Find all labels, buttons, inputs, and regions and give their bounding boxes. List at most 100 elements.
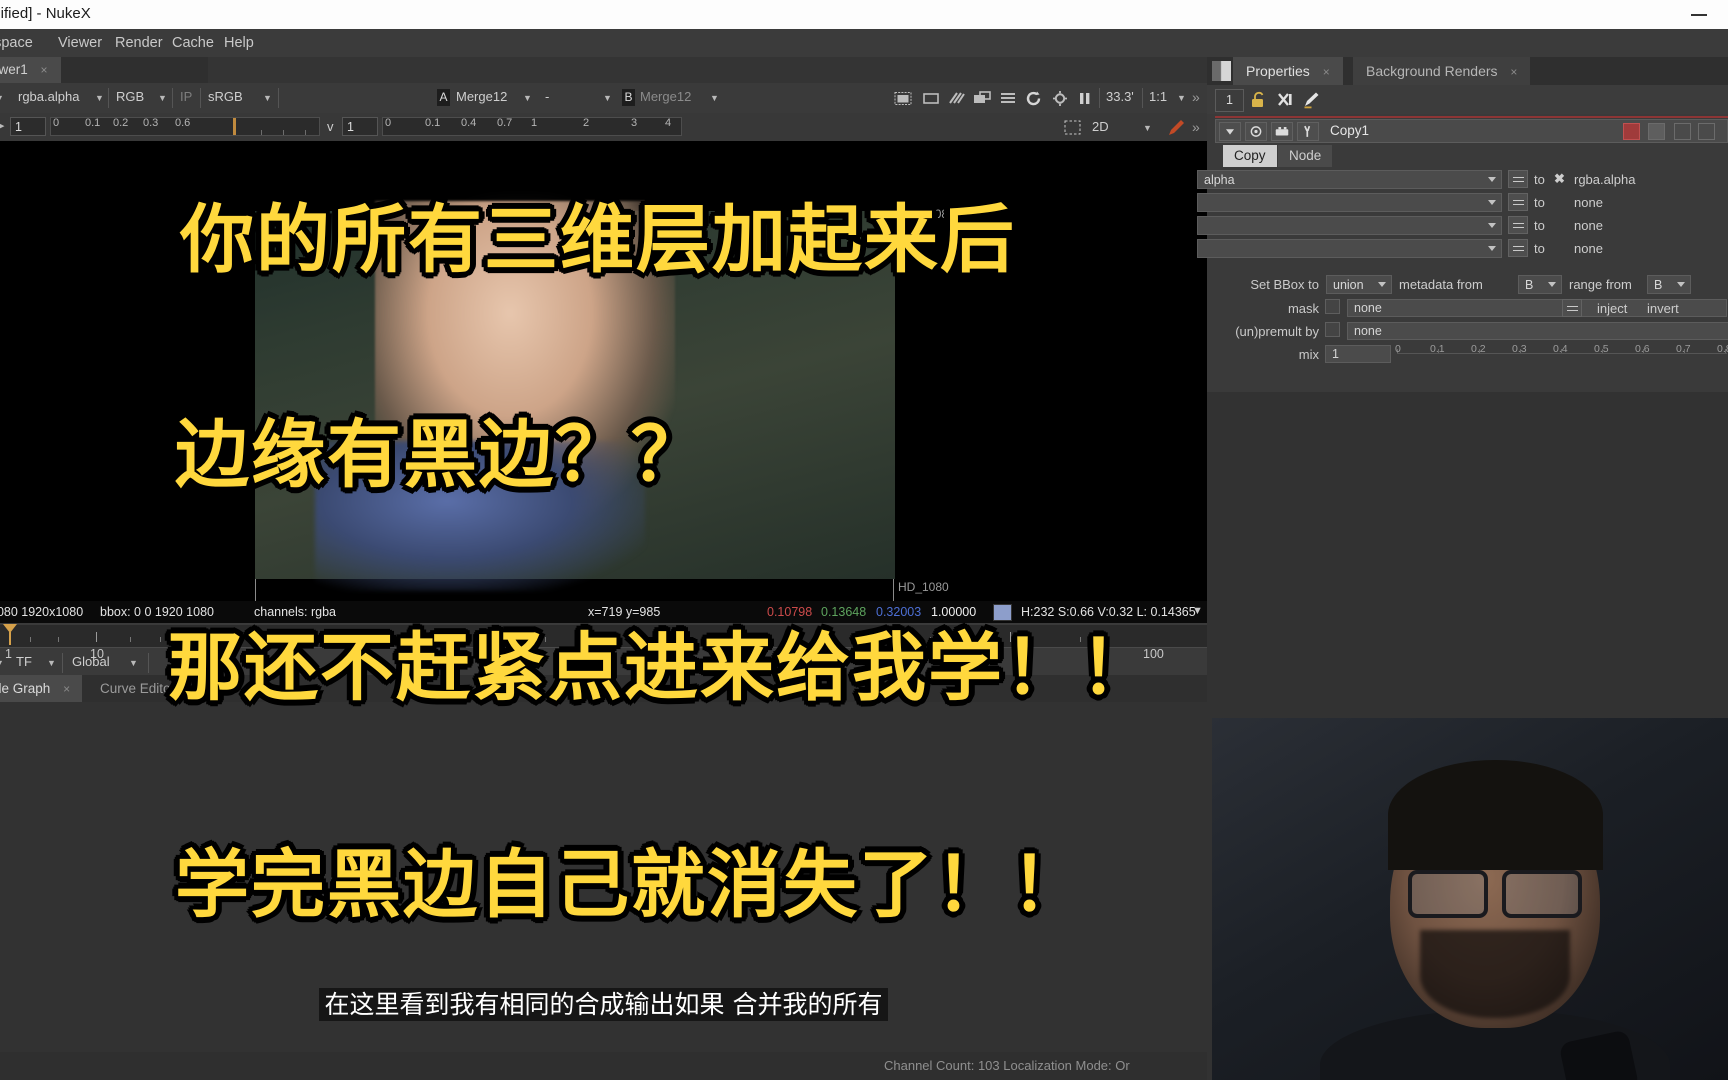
chevrons-icon[interactable]: » xyxy=(1192,89,1200,105)
chevron-down-icon-tf-pre[interactable]: ▼ xyxy=(0,653,7,673)
viewer-tab-strip: ewer1 × xyxy=(0,57,1207,83)
invert-label[interactable]: invert xyxy=(1647,301,1679,316)
roi-icon[interactable] xyxy=(1062,118,1084,138)
channel-from-row-2[interactable] xyxy=(1197,193,1502,212)
close-icon[interactable]: × xyxy=(41,63,48,77)
premult-field[interactable]: none xyxy=(1347,322,1728,340)
node-name-input[interactable]: Copy1 xyxy=(1324,121,1609,141)
wipe-icon[interactable] xyxy=(948,90,966,107)
global-selector[interactable]: Global xyxy=(72,654,110,669)
tab-background-renders[interactable]: Background Renders × xyxy=(1353,57,1531,85)
timeline-playhead[interactable] xyxy=(3,624,17,645)
mask-equals-button[interactable] xyxy=(1562,299,1582,317)
input-b-selector[interactable]: Merge12 xyxy=(640,89,691,104)
frame-start-input[interactable]: 1 xyxy=(10,117,46,136)
close-icon-node-graph[interactable]: × xyxy=(63,682,70,696)
tab-copy[interactable]: Copy xyxy=(1223,145,1277,167)
input-a-selector[interactable]: Merge12 xyxy=(456,89,507,104)
metadata-dropdown[interactable]: B xyxy=(1518,275,1562,294)
close-icon-background-renders[interactable]: × xyxy=(1510,65,1517,79)
tick-label: 0.6 xyxy=(175,117,191,129)
node-extra-button-1[interactable] xyxy=(1674,123,1691,140)
bbox-dropdown[interactable]: union xyxy=(1326,275,1392,294)
tab-properties[interactable]: Properties × xyxy=(1233,57,1343,85)
frame-ruler-right[interactable]: 0 0.1 0.4 0.7 1 2 3 4 xyxy=(382,117,682,136)
chevron-down-icon-channel[interactable]: ▼ xyxy=(92,88,107,108)
refresh-icon[interactable] xyxy=(1025,90,1043,107)
chevron-down-icon-input-a[interactable]: ▼ xyxy=(520,88,535,108)
clear-icon[interactable] xyxy=(1275,91,1295,109)
menu-item-help[interactable]: Help xyxy=(224,35,254,51)
minimize-button[interactable] xyxy=(1688,3,1710,25)
divider xyxy=(278,88,279,108)
chevron-down-icon-channels[interactable]: ▼ xyxy=(0,88,7,108)
frame-ruler-handle[interactable] xyxy=(233,118,236,135)
pause-icon[interactable] xyxy=(1076,90,1094,107)
gear-icon[interactable] xyxy=(1051,90,1069,107)
channel-selector[interactable]: rgba.alpha xyxy=(18,89,79,104)
chevron-down-icon-colorspace[interactable]: ▼ xyxy=(260,88,275,108)
zoom-ratio[interactable]: 1:1 xyxy=(1149,89,1167,104)
lines-icon[interactable] xyxy=(999,90,1017,107)
display-channels-selector[interactable]: RGB xyxy=(116,89,144,104)
color-wheel-icon[interactable] xyxy=(1245,122,1267,141)
pen-icon[interactable] xyxy=(1166,118,1186,138)
camera-icon[interactable] xyxy=(1271,122,1293,141)
equals-button-1[interactable] xyxy=(1508,170,1528,188)
overlay-icon[interactable] xyxy=(973,90,991,107)
lock-icon[interactable] xyxy=(1249,91,1269,109)
mask-checkbox[interactable] xyxy=(1325,299,1340,314)
operation-value[interactable]: - xyxy=(545,89,549,104)
close-icon-properties[interactable]: × xyxy=(1323,65,1330,79)
premult-checkbox[interactable] xyxy=(1325,322,1340,337)
tab-node[interactable]: Node xyxy=(1278,145,1333,167)
menu-item-render[interactable]: Render xyxy=(115,35,163,51)
frame-range-bar: ▶ 1 0 0.1 0.2 0.3 0.6 v 1 0 0.1 0.4 0.7 … xyxy=(0,113,1207,142)
chevron-down-icon-op[interactable]: ▼ xyxy=(600,88,615,108)
mix-slider[interactable]: 0 0.1 0.2 0.3 0.4 0.5 0.6 0.7 0.8 xyxy=(1395,343,1728,361)
frame-ruler-left[interactable]: 0 0.1 0.2 0.3 0.6 xyxy=(50,117,320,136)
chevron-down-icon-display[interactable]: ▼ xyxy=(155,88,170,108)
menu-item-workspace[interactable]: rkspace xyxy=(0,35,33,51)
proxy-icon[interactable] xyxy=(894,90,912,107)
play-arrow-icon[interactable]: ▶ xyxy=(0,119,4,132)
mix-input[interactable]: 1 xyxy=(1325,345,1391,363)
node-maximize-button[interactable] xyxy=(1648,123,1665,140)
tf-selector[interactable]: TF xyxy=(16,654,32,669)
zoom-level[interactable]: 33.3' xyxy=(1106,89,1134,104)
range-dropdown[interactable]: B xyxy=(1647,275,1691,294)
edit-icon[interactable] xyxy=(1302,91,1322,109)
bbox-label: Set BBox to xyxy=(1250,277,1319,292)
properties-index-input[interactable]: 1 xyxy=(1215,89,1244,112)
ip-toggle[interactable]: IP xyxy=(180,89,192,104)
channel-from-row-4[interactable] xyxy=(1197,239,1502,258)
collapse-arrow-icon[interactable] xyxy=(1219,122,1241,141)
chevron-down-icon-ratio[interactable]: ▼ xyxy=(1174,88,1189,108)
chevron-down-icon-global[interactable]: ▼ xyxy=(126,653,141,673)
equals-button-2[interactable] xyxy=(1508,193,1528,211)
chevron-down-icon-input-b[interactable]: ▼ xyxy=(707,88,722,108)
chevron-down-icon-status[interactable]: ▼ xyxy=(1192,605,1203,617)
channel-from-row-1[interactable]: alpha xyxy=(1197,170,1502,189)
channel-to-value-1: rgba.alpha xyxy=(1574,172,1636,187)
colorspace-selector[interactable]: sRGB xyxy=(208,89,243,104)
chevron-down-icon-tf[interactable]: ▼ xyxy=(44,653,59,673)
equals-button-4[interactable] xyxy=(1508,239,1528,257)
node-extra-button-2[interactable] xyxy=(1698,123,1715,140)
channel-from-row-3[interactable] xyxy=(1197,216,1502,235)
viewer-mode-selector[interactable]: 2D xyxy=(1092,119,1109,134)
format-icon[interactable] xyxy=(922,90,940,107)
wrench-icon[interactable] xyxy=(1297,122,1319,141)
menu-item-cache[interactable]: Cache xyxy=(172,35,214,51)
chevron-down-icon-mode[interactable]: ▼ xyxy=(1140,118,1155,138)
v-input[interactable]: 1 xyxy=(342,117,378,136)
inject-label[interactable]: inject xyxy=(1597,301,1627,316)
node-color-swatch[interactable] xyxy=(1623,123,1640,140)
menu-item-viewer[interactable]: Viewer xyxy=(58,35,102,51)
tab-node-graph[interactable]: de Graph × xyxy=(0,675,83,702)
remove-channel-icon-1[interactable]: ✖ xyxy=(1554,171,1565,187)
equals-button-3[interactable] xyxy=(1508,216,1528,234)
panel-gripper-icon[interactable] xyxy=(1212,61,1231,81)
tab-viewer1[interactable]: ewer1 × xyxy=(0,57,61,83)
chevrons-icon-2[interactable]: » xyxy=(1192,119,1200,135)
